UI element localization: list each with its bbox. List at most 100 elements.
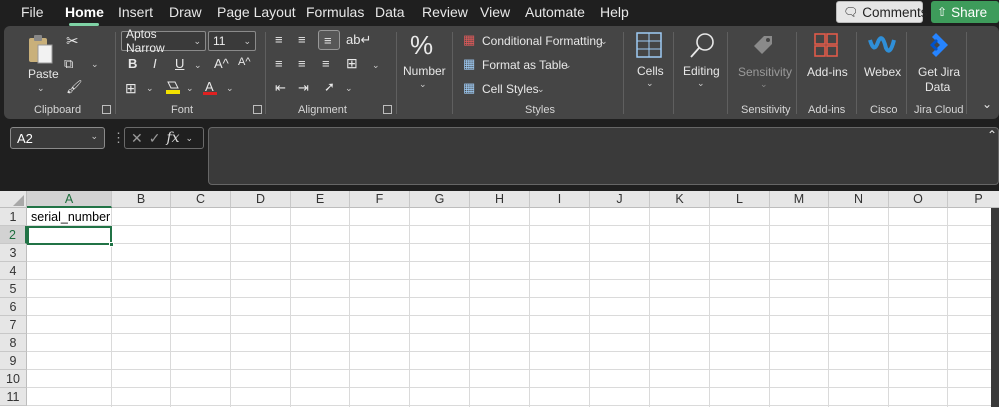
chevron-down-icon[interactable]: ⌄ — [564, 61, 572, 70]
menu-help[interactable]: Help — [600, 4, 629, 20]
webex-icon[interactable] — [868, 34, 896, 56]
row-header-9[interactable]: 9 — [0, 352, 27, 370]
column-header-h[interactable]: H — [470, 191, 530, 208]
menu-formulas[interactable]: Formulas — [306, 4, 364, 20]
increase-indent-icon[interactable]: ⇥ — [298, 81, 309, 94]
row-header-8[interactable]: 8 — [0, 334, 27, 352]
column-header-j[interactable]: J — [590, 191, 650, 208]
clipboard-launcher-icon[interactable] — [102, 105, 111, 114]
vertical-scrollbar[interactable] — [991, 208, 999, 407]
italic-icon[interactable]: I — [153, 57, 157, 70]
column-header-e[interactable]: E — [291, 191, 350, 208]
number-label[interactable]: Number — [403, 64, 446, 78]
increase-font-icon[interactable]: A^ — [214, 57, 229, 70]
menu-view[interactable]: View — [480, 4, 510, 20]
font-name-combo[interactable]: Aptos Narrow ⌄ — [121, 27, 206, 55]
ribbon-expand-chevron-icon[interactable]: ⌄ — [982, 98, 992, 110]
percent-icon[interactable]: % — [410, 32, 433, 58]
format-painter-icon[interactable]: 🖌 — [66, 80, 83, 93]
column-header-a[interactable]: A — [27, 191, 112, 208]
formula-input[interactable] — [208, 127, 999, 185]
wrap-text-icon[interactable]: ab↵ — [346, 33, 371, 46]
selected-cell-a2[interactable] — [27, 226, 112, 245]
decrease-font-icon[interactable]: A^ — [238, 57, 251, 68]
get-jira-data-label-line2[interactable]: Data — [925, 80, 950, 94]
worksheet-grid[interactable]: ABCDEFGHIJKLMNOP 1 2 3 4 5 6 7 8 9 10 11 serial_nu… — [0, 191, 999, 407]
paste-dropdown-icon[interactable]: ⌄ — [37, 84, 45, 93]
cut-icon[interactable]: ✂ — [66, 34, 79, 49]
column-header-k[interactable]: K — [650, 191, 710, 208]
row-header-4[interactable]: 4 — [0, 262, 27, 280]
bottom-align-button[interactable]: ≡ — [318, 30, 340, 50]
add-ins-icon[interactable] — [813, 32, 839, 58]
align-center-icon[interactable]: ≡ — [298, 57, 306, 70]
column-header-m[interactable]: M — [770, 191, 829, 208]
row-header-6[interactable]: 6 — [0, 298, 27, 316]
row-header-7[interactable]: 7 — [0, 316, 27, 334]
fill-handle[interactable] — [109, 242, 114, 247]
cells-label[interactable]: Cells — [637, 64, 664, 78]
collapse-formula-bar-icon[interactable]: ⌃ — [987, 129, 997, 141]
format-as-table-label[interactable]: Format as Table — [482, 58, 568, 72]
fill-color-dropdown-icon[interactable]: ⌄ — [186, 84, 194, 93]
row-header-5[interactable]: 5 — [0, 280, 27, 298]
column-header-c[interactable]: C — [171, 191, 231, 208]
comments-button[interactable]: 🗨 Comments — [836, 1, 928, 23]
copy-icon[interactable]: ⧉ — [64, 57, 73, 70]
jira-icon[interactable] — [922, 31, 950, 59]
menu-data[interactable]: Data — [375, 4, 405, 20]
conditional-formatting-label[interactable]: Conditional Formatting — [482, 34, 603, 48]
conditional-formatting-icon[interactable]: ▦ — [463, 33, 475, 46]
row-header-3[interactable]: 3 — [0, 244, 27, 262]
row-header-10[interactable]: 10 — [0, 370, 27, 388]
chevron-down-icon[interactable]: ⌄ — [537, 85, 545, 94]
editing-label[interactable]: Editing — [683, 64, 720, 78]
name-box[interactable]: A2 ⌄ — [10, 127, 105, 149]
format-as-table-icon[interactable]: ▦ — [463, 57, 475, 70]
webex-label[interactable]: Webex — [864, 65, 901, 79]
middle-align-icon[interactable]: ≡ — [298, 33, 306, 46]
orientation-dropdown-icon[interactable]: ⌄ — [345, 84, 353, 93]
share-button[interactable]: ⇧ Share — [931, 1, 999, 23]
column-header-b[interactable]: B — [112, 191, 171, 208]
row-header-2[interactable]: 2 — [0, 226, 27, 244]
column-header-p[interactable]: P — [948, 191, 999, 208]
align-right-icon[interactable]: ≡ — [322, 57, 330, 70]
select-all-button[interactable] — [0, 191, 27, 208]
font-color-icon[interactable]: A — [202, 79, 218, 95]
cell-a1[interactable]: serial_number — [31, 210, 110, 224]
paste-label[interactable]: Paste — [28, 67, 59, 81]
borders-dropdown-icon[interactable]: ⌄ — [146, 84, 154, 93]
enter-icon[interactable]: ✓ — [149, 130, 161, 147]
merge-dropdown-icon[interactable]: ⌄ — [372, 61, 380, 70]
orientation-icon[interactable]: ➚ — [324, 80, 335, 93]
column-header-i[interactable]: I — [530, 191, 590, 208]
underline-icon[interactable]: U — [175, 57, 184, 70]
column-header-f[interactable]: F — [350, 191, 410, 208]
column-header-o[interactable]: O — [889, 191, 948, 208]
editing-dropdown-icon[interactable]: ⌄ — [697, 79, 705, 88]
column-header-g[interactable]: G — [410, 191, 470, 208]
chevron-down-icon[interactable]: ⌄ — [600, 37, 608, 46]
copy-dropdown-icon[interactable]: ⌄ — [91, 60, 99, 69]
fill-color-icon[interactable] — [165, 80, 181, 94]
column-header-n[interactable]: N — [829, 191, 889, 208]
column-header-l[interactable]: L — [710, 191, 770, 208]
row-header-1[interactable]: 1 — [0, 208, 27, 226]
menu-review[interactable]: Review — [422, 4, 468, 20]
add-ins-label[interactable]: Add-ins — [807, 65, 848, 79]
cell-styles-label[interactable]: Cell Styles — [482, 82, 539, 96]
column-header-d[interactable]: D — [231, 191, 291, 208]
align-left-icon[interactable]: ≡ — [275, 57, 283, 70]
underline-dropdown-icon[interactable]: ⌄ — [194, 61, 202, 70]
menu-draw[interactable]: Draw — [169, 4, 202, 20]
chevron-down-icon[interactable]: ⌄ — [186, 133, 194, 144]
menu-file[interactable]: File — [21, 4, 44, 20]
cell-styles-icon[interactable]: ▦ — [463, 81, 475, 94]
font-launcher-icon[interactable] — [253, 105, 262, 114]
cancel-icon[interactable]: ✕ — [131, 130, 143, 147]
alignment-launcher-icon[interactable] — [383, 105, 392, 114]
menu-automate[interactable]: Automate — [525, 4, 585, 20]
font-color-dropdown-icon[interactable]: ⌄ — [226, 84, 234, 93]
menu-home[interactable]: Home — [65, 4, 104, 20]
